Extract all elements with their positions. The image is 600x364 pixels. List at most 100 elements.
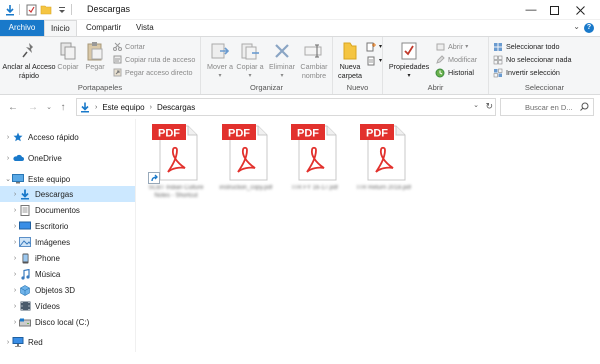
tab-inicio[interactable]: Inicio: [44, 20, 77, 37]
back-arrow-icon[interactable]: ←: [7, 100, 19, 114]
chevron-right-icon[interactable]: ›: [4, 134, 12, 141]
sidebar-item-acceso-rapido[interactable]: › Acceso rápido: [0, 129, 135, 145]
chevron-right-icon[interactable]: ›: [11, 191, 19, 198]
select-all-button[interactable]: Seleccionar todo: [493, 41, 560, 52]
chevron-right-icon[interactable]: ›: [11, 303, 19, 310]
copy-path-button[interactable]: Copiar ruta de acceso: [112, 54, 195, 65]
chevron-right-icon[interactable]: ›: [11, 255, 19, 262]
invert-selection-button[interactable]: Invertir selección: [493, 67, 560, 78]
file-item[interactable]: PDF SCBT Indian Culture Notes - Shortcut: [143, 122, 209, 217]
chevron-down-icon: ▾: [379, 58, 383, 64]
sidebar-item-escritorio[interactable]: › Escritorio: [0, 218, 135, 234]
cut-button[interactable]: Cortar: [112, 41, 145, 52]
rename-icon: [303, 40, 325, 62]
sidebar-item-label: Descargas: [35, 189, 74, 199]
shortcut-arrow-icon: [148, 172, 160, 184]
navigation-bar: ← → ⌄ ↑ › Este equipo › Descargas ⌄ ↻ Bu…: [0, 95, 600, 119]
scissors-icon: [112, 42, 122, 52]
new-item-button[interactable]: ▾: [366, 41, 382, 52]
pdf-file-icon: PDF: [220, 122, 272, 182]
pin-quick-access-button[interactable]: Anclar al Acceso rápido: [2, 40, 56, 80]
copy-to-button[interactable]: Copiar a ▾: [236, 40, 264, 80]
chevron-right-icon[interactable]: ›: [11, 239, 19, 246]
sidebar-item-objetos-3d[interactable]: › Objetos 3D: [0, 282, 135, 298]
copy-path-label: Copiar ruta de acceso: [125, 55, 196, 64]
chevron-down-icon[interactable]: ⌄: [473, 101, 479, 109]
sidebar-item-red[interactable]: › Red: [0, 334, 135, 350]
select-all-icon: [493, 42, 503, 52]
sidebar-item-disco-local[interactable]: › Disco local (C:): [0, 314, 135, 330]
chevron-right-icon[interactable]: ›: [4, 155, 12, 162]
chevron-right-icon[interactable]: ›: [4, 339, 12, 346]
history-button[interactable]: Historial: [435, 67, 474, 78]
chevron-right-icon: ›: [149, 103, 152, 111]
sidebar-item-imagenes[interactable]: › Imágenes: [0, 234, 135, 250]
tab-compartir[interactable]: Compartir: [80, 20, 127, 36]
file-item[interactable]: PDF ITR FY 16-17.pdf: [282, 122, 348, 217]
paste-shortcut-button[interactable]: Pegar acceso directo: [112, 67, 193, 78]
sidebar-item-descargas[interactable]: › Descargas: [0, 186, 135, 202]
paste-button[interactable]: Pegar: [82, 40, 108, 72]
history-icon: [435, 68, 445, 78]
address-bar[interactable]: › Este equipo › Descargas ⌄ ↻: [76, 98, 496, 116]
music-icon: [19, 268, 31, 280]
recent-locations-icon[interactable]: ⌄: [43, 100, 55, 114]
chevron-down-icon[interactable]: ⌄: [573, 22, 580, 31]
sidebar-item-documentos[interactable]: › Documentos: [0, 202, 135, 218]
svg-text:PDF: PDF: [297, 128, 319, 140]
file-item[interactable]: PDF ITR Return 2018.pdf: [351, 122, 417, 217]
sidebar-item-onedrive[interactable]: › OneDrive: [0, 150, 135, 166]
close-button[interactable]: [557, 0, 600, 20]
forward-arrow-icon[interactable]: →: [27, 100, 39, 114]
easy-access-button[interactable]: ▾: [366, 55, 382, 66]
open-button[interactable]: Abrir ▾: [435, 41, 468, 52]
chevron-down-icon[interactable]: ⌄: [4, 175, 12, 183]
select-none-button[interactable]: No seleccionar nada: [493, 54, 572, 65]
sidebar-item-iphone[interactable]: › iPhone: [0, 250, 135, 266]
chevron-right-icon[interactable]: ›: [11, 271, 19, 278]
file-name: ITR Return 2018.pdf: [356, 185, 412, 191]
search-input[interactable]: Buscar en D...: [500, 98, 594, 116]
breadcrumb-descargas[interactable]: Descargas: [157, 103, 195, 112]
drive-icon: [19, 316, 31, 328]
sidebar-item-musica[interactable]: › Música: [0, 266, 135, 282]
refresh-icon[interactable]: ↻: [485, 101, 493, 112]
group-label: Seleccionar: [524, 83, 565, 92]
cloud-icon: [12, 152, 24, 164]
pin-icon: [18, 40, 40, 62]
chevron-right-icon[interactable]: ›: [11, 287, 19, 294]
copy-button[interactable]: Copiar: [55, 40, 81, 72]
up-arrow-icon[interactable]: ↑: [57, 100, 69, 114]
properties-button[interactable]: Propiedades ▾: [388, 40, 430, 80]
tab-archivo[interactable]: Archivo: [0, 20, 44, 36]
new-folder-label: Nueva carpeta: [338, 62, 362, 80]
download-folder-icon[interactable]: [4, 3, 16, 16]
search-placeholder: Buscar en D...: [525, 102, 573, 112]
edit-button[interactable]: Modificar: [435, 54, 477, 65]
properties-icon[interactable]: [25, 3, 37, 16]
delete-button[interactable]: Eliminar ▾: [267, 40, 297, 80]
breadcrumb-este-equipo[interactable]: Este equipo: [102, 103, 144, 112]
ribbon-tabs: Archivo Inicio Compartir Vista ⌄ ?: [0, 20, 600, 37]
customize-toolbar-icon[interactable]: [56, 3, 68, 16]
divider: [19, 4, 20, 15]
chevron-right-icon[interactable]: ›: [11, 207, 19, 214]
file-item[interactable]: PDF instruction_copy.pdf: [213, 122, 279, 217]
new-folder-icon[interactable]: [40, 3, 52, 16]
file-name: SCBT Indian Culture Notes - Shortcut: [148, 185, 204, 199]
delete-x-icon: [271, 40, 293, 62]
title-bar: Descargas —: [0, 0, 600, 20]
sidebar-item-videos[interactable]: › Vídeos: [0, 298, 135, 314]
easy-access-icon: [366, 56, 376, 66]
rename-button[interactable]: Cambiar nombre: [297, 40, 331, 80]
documents-icon: [19, 204, 31, 216]
new-folder-button[interactable]: Nueva carpeta: [335, 40, 365, 80]
sidebar-item-label: iPhone: [35, 253, 60, 263]
help-icon[interactable]: ?: [584, 23, 594, 33]
move-to-button[interactable]: Mover a ▾: [206, 40, 234, 80]
sidebar-item-este-equipo[interactable]: ⌄ Este equipo: [0, 171, 135, 187]
chevron-down-icon: ▾: [465, 44, 469, 50]
tab-vista[interactable]: Vista: [130, 20, 160, 36]
chevron-right-icon[interactable]: ›: [11, 319, 19, 326]
chevron-right-icon[interactable]: ›: [11, 223, 19, 230]
